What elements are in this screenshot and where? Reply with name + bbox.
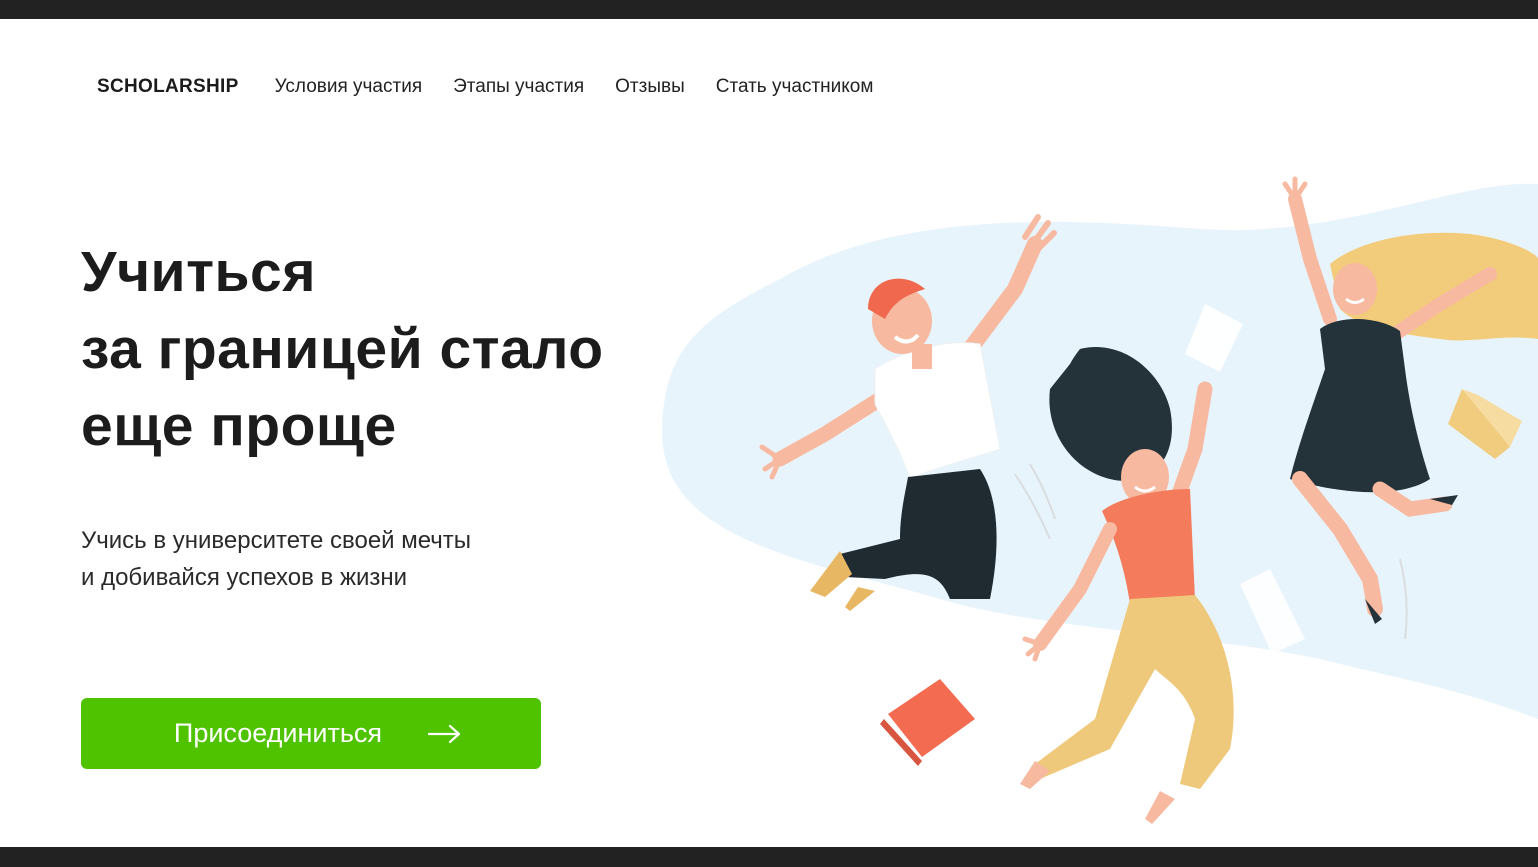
hero-title-line-3: еще проще — [81, 388, 604, 465]
hero-title-line-2: за границей стало — [81, 317, 604, 381]
logo[interactable]: SCHOLARSHIP — [97, 76, 239, 98]
nav-item-conditions[interactable]: Условия участия — [275, 76, 423, 98]
top-nav: SCHOLARSHIP Условия участия Этапы участи… — [97, 76, 873, 98]
arrow-right-icon — [428, 724, 461, 743]
hero-subtitle-line-2: и добивайся успехов в жизни — [81, 564, 408, 591]
hero-subtitle: Учись в университете своей мечты и добив… — [81, 522, 471, 596]
hero-title-line-1: Учиться — [81, 240, 317, 304]
landing-page: SCHOLARSHIP Условия участия Этапы участи… — [0, 19, 1538, 847]
join-button[interactable]: Присоединиться — [81, 698, 541, 769]
hero-title: Учиться за границей стало еще проще — [81, 234, 604, 465]
hero-subtitle-line-1: Учись в университете своей мечты — [81, 527, 472, 554]
nav-item-reviews[interactable]: Отзывы — [615, 76, 685, 98]
hero-title-underlined: еще проще — [81, 388, 397, 465]
nav-item-stages[interactable]: Этапы участия — [453, 76, 584, 98]
nav-item-join[interactable]: Стать участником — [716, 76, 874, 98]
jumping-students-illustration — [661, 176, 1538, 824]
join-button-label: Присоединиться — [173, 718, 383, 748]
